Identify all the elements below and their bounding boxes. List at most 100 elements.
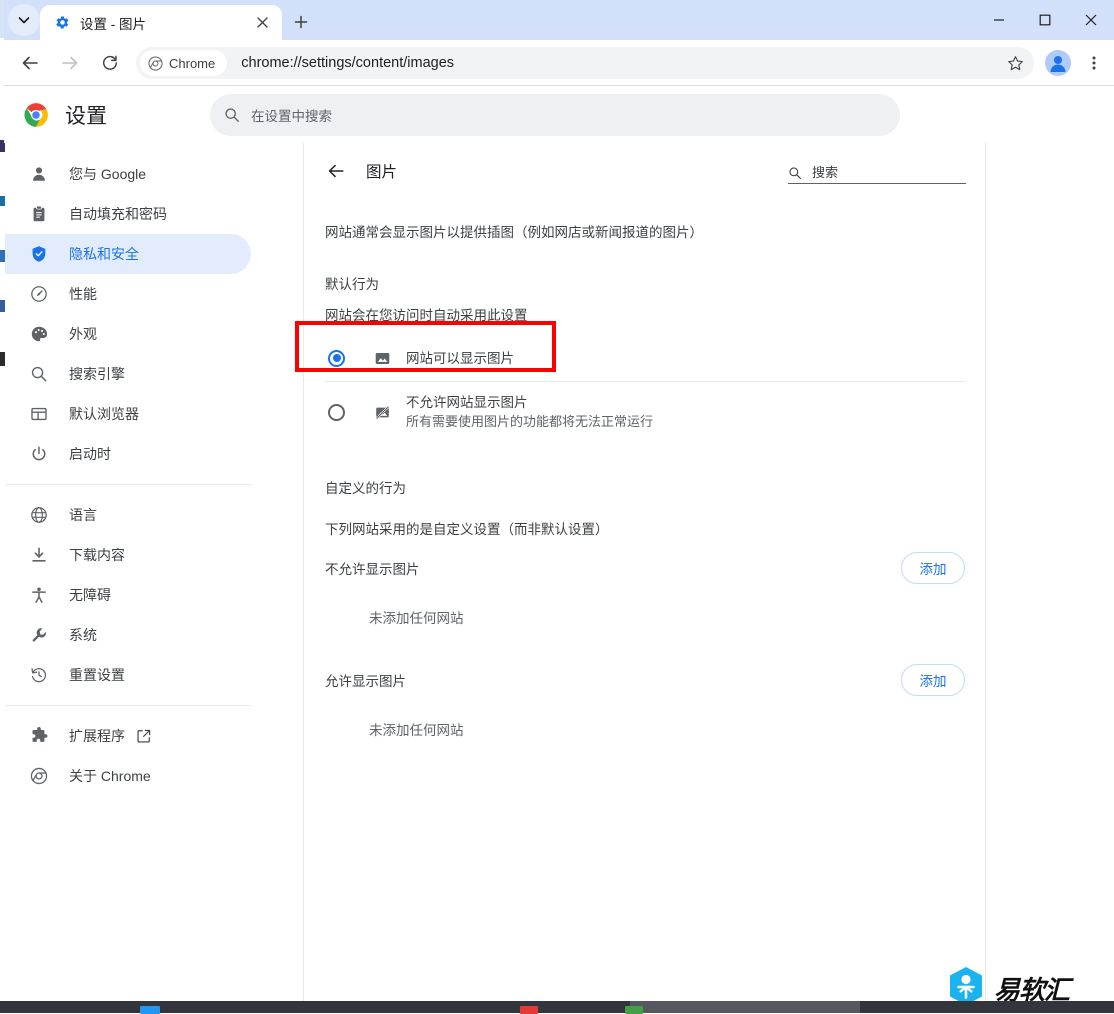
page-title: 图片 [366, 163, 398, 181]
sidebar-item-label: 重置设置 [69, 667, 125, 683]
tab-close-button[interactable] [250, 11, 274, 35]
page-description: 网站通常会显示图片以提供插图（例如网店或新闻报道的图片） [325, 225, 703, 240]
clipboard-icon [29, 204, 49, 224]
add-site-button-block[interactable]: 添加 [901, 552, 965, 584]
sidebar-item-autofill[interactable]: 自动填充和密码 [5, 194, 251, 234]
chrome-origin-chip[interactable]: Chrome [140, 50, 228, 76]
image-blocked-icon [373, 403, 391, 421]
sidebar-item-label: 外观 [69, 326, 97, 342]
sidebar-item-default-browser[interactable]: 默认浏览器 [5, 394, 251, 434]
minimize-button[interactable] [976, 0, 1022, 40]
sidebar-item-accessibility[interactable]: 无障碍 [5, 575, 251, 615]
permission-group-allow: 允许显示图片 添加 [304, 660, 986, 700]
radio-option-texts: 不允许网站显示图片 所有需要使用图片的功能都将无法正常运行 [406, 393, 653, 431]
sidebar-item-you-and-google[interactable]: 您与 Google [5, 154, 251, 194]
chrome-logo-icon [29, 766, 49, 786]
open-in-new-icon [137, 729, 151, 743]
window-controls [976, 0, 1114, 40]
sidebar-item-system[interactable]: 系统 [5, 615, 251, 655]
tab-search-button[interactable] [8, 4, 40, 36]
sidebar-item-reset-settings[interactable]: 重置设置 [5, 655, 251, 695]
chrome-logo-icon [23, 102, 49, 128]
forward-button[interactable] [54, 47, 86, 79]
power-icon [29, 444, 49, 464]
sidebar-item-languages[interactable]: 语言 [5, 495, 251, 535]
wrench-icon [29, 625, 49, 645]
sidebar-item-performance[interactable]: 性能 [5, 274, 251, 314]
new-tab-button[interactable] [287, 8, 315, 36]
browser-toolbar: Chrome chrome://settings/content/images [4, 40, 1114, 86]
maximize-icon [1039, 14, 1051, 26]
search-icon [224, 107, 240, 123]
settings-search-input[interactable]: 在设置中搜索 [210, 93, 900, 136]
profile-avatar[interactable] [1042, 47, 1074, 79]
sidebar-item-search-engine[interactable]: 搜索引擎 [5, 354, 251, 394]
history-restore-icon [29, 665, 49, 685]
back-button[interactable] [14, 47, 46, 79]
sidebar-item-appearance[interactable]: 外观 [5, 314, 251, 354]
maximize-button[interactable] [1022, 0, 1068, 40]
sidebar-item-label: 语言 [69, 507, 97, 523]
subpage-header: 图片 搜索 [304, 143, 985, 198]
settings-header: 设置 在设置中搜索 [4, 86, 1114, 143]
sidebar-item-label: 启动时 [69, 446, 111, 462]
sidebar-item-label: 搜索引擎 [69, 366, 125, 382]
browser-window-icon [29, 404, 49, 424]
browser-tab[interactable]: 设置 - 图片 [40, 5, 282, 40]
bookmark-star-icon[interactable] [1002, 50, 1028, 76]
radio-option-label: 不允许网站显示图片 [406, 395, 528, 410]
download-icon [29, 545, 49, 565]
tab-title: 设置 - 图片 [80, 16, 146, 32]
reload-icon [103, 55, 118, 70]
sidebar-divider [5, 484, 252, 485]
sidebar-item-label: 您与 Google [69, 166, 147, 182]
palette-icon [29, 324, 49, 344]
person-icon [29, 164, 49, 184]
empty-site-list-allow: 未添加任何网站 [369, 723, 464, 738]
address-bar[interactable]: Chrome chrome://settings/content/images [136, 47, 1034, 79]
radio-option-sublabel: 所有需要使用图片的功能都将无法正常运行 [406, 414, 654, 429]
sidebar-item-label: 下载内容 [69, 547, 125, 563]
empty-site-list-block: 未添加任何网站 [369, 611, 464, 626]
subpage-back-button[interactable] [322, 157, 350, 185]
subpage-search-input[interactable]: 搜索 [788, 157, 966, 184]
minimize-icon [994, 19, 1004, 21]
sidebar-item-label: 性能 [69, 286, 97, 302]
settings-content-panel: 图片 搜索 网站通常会显示图片以提供插图（例如网店或新闻报道的图片） 默认行为 … [304, 143, 986, 1001]
sidebar-item-privacy-and-security[interactable]: 隐私和安全 [5, 234, 251, 274]
browser-window: 设置 - 图片 Chrome chrome://settings/content… [0, 0, 1114, 1014]
search-icon [788, 166, 802, 180]
sidebar-divider-2 [5, 705, 252, 706]
sidebar-item-label: 关于 Chrome [69, 768, 151, 784]
add-site-button-allow[interactable]: 添加 [901, 664, 965, 696]
taskbar-active-segment[interactable] [630, 1001, 860, 1013]
permission-group-block: 不允许显示图片 添加 [304, 548, 986, 588]
forward-arrow-icon [62, 56, 78, 70]
permission-group-label: 不允许显示图片 [325, 562, 420, 577]
radio-button-unselected[interactable] [328, 403, 345, 421]
settings-title: 设置 [65, 104, 107, 128]
sidebar-item-about-chrome[interactable]: 关于 Chrome [5, 756, 251, 796]
sidebar-item-on-startup[interactable]: 启动时 [5, 434, 251, 474]
url-text: chrome://settings/content/images [241, 55, 455, 71]
back-arrow-icon [328, 164, 344, 177]
close-button[interactable] [1068, 0, 1114, 40]
subpage-search-placeholder: 搜索 [812, 165, 839, 180]
puzzle-icon [29, 726, 49, 746]
chrome-menu-button[interactable] [1078, 47, 1110, 79]
radio-option-block-images[interactable]: 不允许网站显示图片 所有需要使用图片的功能都将无法正常运行 [304, 384, 986, 440]
reload-button[interactable] [94, 47, 126, 79]
sidebar-item-downloads[interactable]: 下载内容 [5, 535, 251, 575]
speedometer-icon [29, 284, 49, 304]
more-vertical-icon [1092, 56, 1096, 70]
chevron-down-icon [18, 17, 30, 24]
chrome-chip-label: Chrome [169, 55, 216, 71]
shield-icon [29, 244, 49, 264]
globe-icon [29, 505, 49, 525]
chrome-logo-icon [148, 55, 163, 71]
tab-strip: 设置 - 图片 [4, 0, 1114, 40]
sidebar-item-extensions[interactable]: 扩展程序 [5, 716, 251, 756]
content-right-gutter [986, 143, 1114, 1001]
annotation-highlight-box [295, 321, 556, 372]
plus-icon [294, 15, 308, 29]
